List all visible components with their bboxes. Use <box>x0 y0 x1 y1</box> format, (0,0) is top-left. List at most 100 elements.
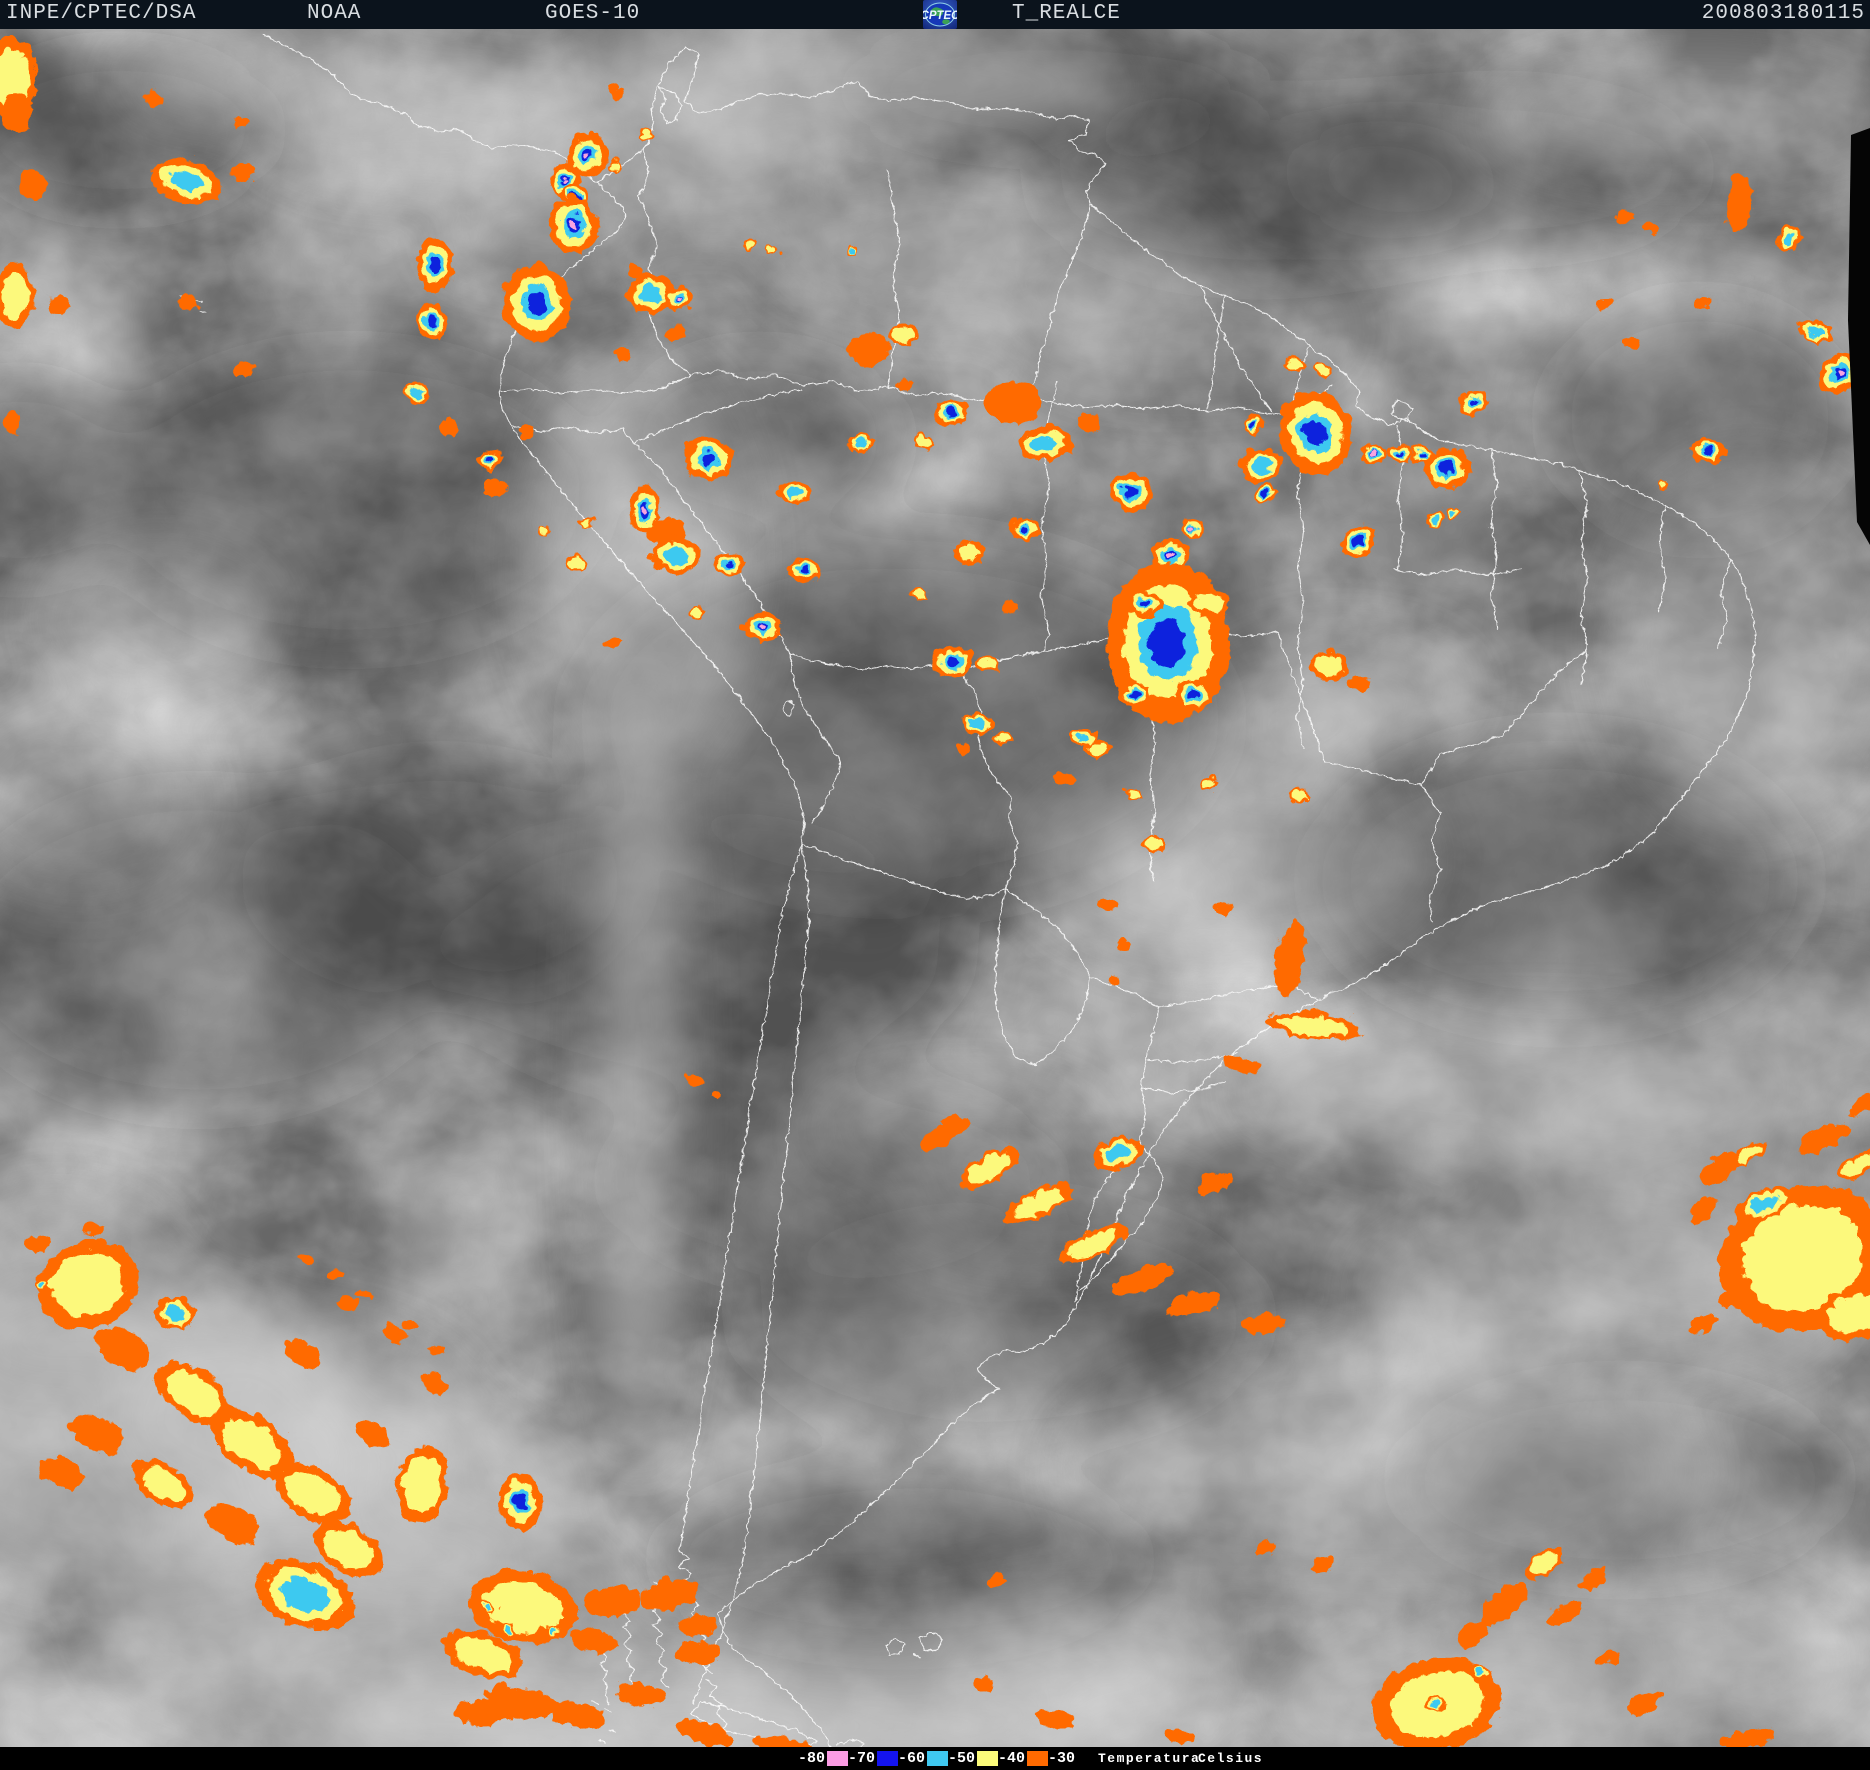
storm-cell-ring <box>607 84 623 96</box>
storm-cell-ring <box>890 323 912 339</box>
storm-cell-ring <box>1165 550 1171 555</box>
storm-cell <box>1653 476 1667 486</box>
storm-cell-ring <box>638 129 648 138</box>
bright-cloud-patch <box>1020 270 1340 390</box>
storm-cell-ring <box>970 1674 992 1688</box>
storm-cell-ring <box>624 261 642 275</box>
storm-cell-ring <box>968 716 982 726</box>
storm-cell <box>844 431 870 449</box>
bright-cloud-patch <box>570 30 1130 140</box>
storm-cell <box>413 235 451 289</box>
storm-cell <box>231 358 253 374</box>
storm-cell-ring <box>954 540 977 557</box>
storm-cell-ring <box>1113 935 1129 947</box>
storm-cell-ring <box>516 424 532 436</box>
storm-cell <box>774 477 808 501</box>
storm-cell <box>1242 410 1260 432</box>
header-timestamp: 200803180115 <box>1702 2 1865 25</box>
storm-cell-ring <box>1436 460 1450 472</box>
storm-cell <box>711 549 741 573</box>
storm-cell <box>785 555 817 579</box>
storm-cell <box>1423 511 1441 525</box>
storm-cell <box>1118 680 1148 702</box>
storm-cell <box>1050 768 1072 784</box>
storm-cell-ring <box>1693 295 1707 305</box>
storm-cell-ring <box>1019 522 1028 529</box>
legend-label: -70 <box>848 1750 875 1767</box>
storm-cell-ring <box>997 599 1015 613</box>
storm-cell <box>1177 515 1201 535</box>
legend-label: -80 <box>798 1750 825 1767</box>
storm-cell <box>611 345 627 357</box>
storm-cell-ring <box>504 1625 512 1631</box>
storm-cell-ring <box>428 1341 444 1351</box>
storm-cell-ring <box>581 148 587 155</box>
legend-label: -60 <box>898 1750 925 1767</box>
storm-cell-ring <box>893 376 911 390</box>
storm-cell-ring <box>602 634 620 648</box>
storm-cell <box>450 1698 510 1722</box>
storm-cell <box>1068 725 1094 743</box>
storm-cell <box>1306 648 1346 678</box>
storm-cell <box>175 292 197 308</box>
storm-cell-ring <box>335 1294 357 1308</box>
storm-cell <box>1126 589 1160 615</box>
storm-cell-ring <box>17 167 43 197</box>
storm-cell-ring <box>1466 396 1475 404</box>
storm-cell-ring <box>324 1266 340 1276</box>
storm-cell <box>34 1277 50 1289</box>
storm-cell-ring <box>1030 433 1055 449</box>
storm-cell <box>684 1070 700 1082</box>
legend-unit: Celsius <box>1198 1751 1263 1766</box>
storm-cell <box>1016 424 1070 458</box>
storm-cell-ring <box>709 1088 723 1098</box>
storm-cell <box>929 643 971 675</box>
storm-cell-ring <box>175 292 197 308</box>
storm-cell <box>985 1572 1005 1584</box>
storm-cell <box>516 424 532 436</box>
storm-cell <box>497 1470 539 1528</box>
storm-cell-ring <box>1104 971 1118 981</box>
header-bar: INPE/CPTEC/DSA NOAA GOES-10 T_REALCE 200… <box>0 0 1870 29</box>
storm-cell <box>842 242 854 252</box>
storm-cell-ring <box>1593 295 1609 307</box>
storm-cell <box>1123 785 1139 797</box>
storm-cell-ring <box>978 655 994 668</box>
storm-cell <box>970 1674 992 1688</box>
storm-cell-ring <box>1446 507 1453 513</box>
storm-cell <box>294 1251 310 1261</box>
storm-cell <box>335 1294 357 1308</box>
storm-cell <box>602 634 620 648</box>
storm-cell-ring <box>559 175 565 181</box>
storm-cell <box>1345 673 1367 689</box>
storm-cell <box>1236 446 1280 480</box>
header-agency: INPE/CPTEC/DSA <box>6 2 196 25</box>
storm-cell <box>1469 1663 1487 1675</box>
storm-cell <box>477 1599 495 1611</box>
satellite-map <box>0 0 1870 1770</box>
storm-cell <box>354 1286 370 1296</box>
storm-cell-ring <box>1050 768 1072 784</box>
storm-cell-ring <box>1184 688 1195 697</box>
storm-cell-ring <box>1428 515 1436 522</box>
storm-cell <box>1171 677 1209 707</box>
storm-cell <box>413 299 443 337</box>
storm-cell-ring <box>1138 598 1148 606</box>
storm-cell-ring <box>410 384 420 396</box>
storm-cell-ring <box>1474 1666 1482 1672</box>
storm-cell <box>1442 504 1456 516</box>
storm-cell-ring <box>1416 449 1423 454</box>
storm-cell <box>1074 411 1100 429</box>
storm-cell <box>81 1220 99 1232</box>
storm-cell-ring <box>1125 787 1137 796</box>
storm-cell-ring <box>81 1220 99 1232</box>
storm-cell-ring <box>1429 1698 1437 1704</box>
storm-cell-ring <box>481 478 503 494</box>
storm-cell <box>1424 1695 1442 1707</box>
storm-cell <box>975 652 997 670</box>
storm-cell <box>1693 295 1707 305</box>
storm-cell-ring <box>1199 776 1212 786</box>
storm-cell-ring <box>676 1611 716 1633</box>
storm-cell-ring <box>688 606 700 615</box>
storm-cell <box>676 1611 716 1633</box>
